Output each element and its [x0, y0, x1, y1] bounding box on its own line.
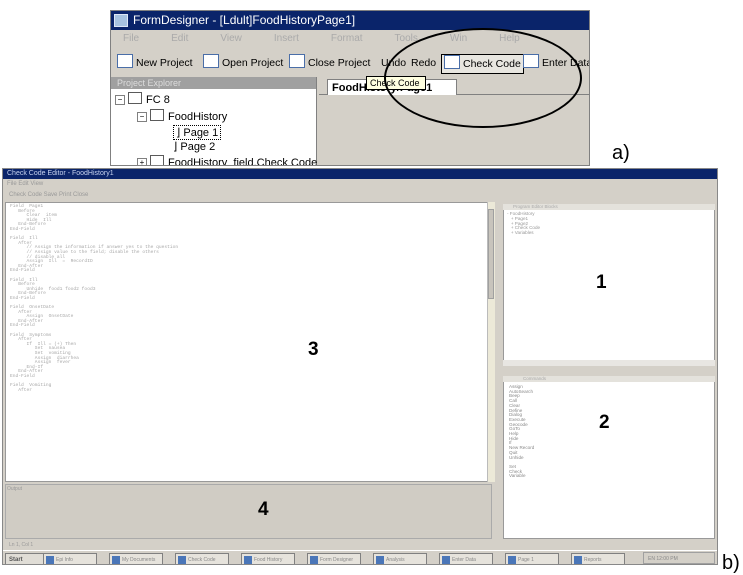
- taskbar-item-label: Reports: [584, 557, 602, 563]
- region-label-4: 4: [258, 499, 269, 520]
- window-title-bar: FormDesigner - [Ldult]FoodHistoryPage1]: [111, 11, 589, 30]
- taskbar-item[interactable]: Epi Info: [43, 553, 97, 564]
- tree-item-view[interactable]: − FoodHistory: [137, 109, 227, 123]
- system-tray: EN 12:00 PM: [643, 552, 715, 564]
- open-folder-icon: [203, 54, 219, 68]
- taskbar-app-icon: [508, 556, 516, 564]
- taskbar-item[interactable]: Page 1: [505, 553, 559, 564]
- taskbar-app-icon: [310, 556, 318, 564]
- taskbar-item[interactable]: Analysis: [373, 553, 427, 564]
- collapse-icon[interactable]: −: [137, 112, 147, 122]
- taskbar-item-label: Page 1: [518, 557, 534, 563]
- taskbar-item[interactable]: Enter Data: [439, 553, 493, 564]
- taskbar-item[interactable]: My Documents: [109, 553, 163, 564]
- taskbar-item-label: Check Code: [188, 557, 216, 563]
- taskbar-item[interactable]: Reports: [571, 553, 625, 564]
- program-blocks-footer: [503, 360, 715, 366]
- close-project-button[interactable]: Close Project: [287, 54, 372, 72]
- start-button[interactable]: Start: [5, 553, 44, 564]
- close-project-icon: [289, 54, 305, 68]
- code-icon: [150, 155, 164, 165]
- check-code-editor-window: Check Code Editor - FoodHistory1 File Ed…: [2, 168, 718, 565]
- taskbar-item[interactable]: Check Code: [175, 553, 229, 564]
- windows-taskbar: Start Epi Info My Documents Check Code Food…: [3, 550, 717, 564]
- new-project-button[interactable]: New Project: [115, 54, 195, 72]
- expand-icon[interactable]: +: [137, 158, 147, 165]
- tree-item-project[interactable]: − FC 8: [115, 92, 170, 106]
- program-blocks-tree[interactable]: - FoodHistory + Page1 + Page2 + Check Co…: [507, 211, 540, 236]
- code-text: Field Page1 Before Clear item Hide Ill E…: [10, 204, 179, 393]
- figure-label-b: b): [722, 552, 740, 574]
- new-project-icon: [117, 54, 133, 68]
- output-header: Output: [7, 486, 23, 492]
- menu-format[interactable]: Format: [331, 33, 363, 44]
- taskbar-app-icon: [376, 556, 384, 564]
- menu-edit[interactable]: Edit: [171, 33, 188, 44]
- region-label-2: 2: [599, 412, 610, 433]
- taskbar-app-icon: [178, 556, 186, 564]
- scrollbar-thumb[interactable]: [488, 209, 494, 299]
- app-icon: [114, 14, 128, 27]
- code-editor[interactable]: Field Page1 Before Clear item Hide Ill E…: [5, 202, 492, 482]
- project-explorer-panel: Project Explorer − FC 8 − FoodHistory ⌋ Pa…: [111, 77, 317, 165]
- taskbar-item[interactable]: Food History: [241, 553, 295, 564]
- region-label-1: 1: [596, 272, 607, 293]
- menu-bar[interactable]: File Edit View: [3, 180, 717, 189]
- taskbar-app-icon: [442, 556, 450, 564]
- taskbar-item-label: Enter Data: [452, 557, 476, 563]
- form-icon: [150, 109, 164, 121]
- taskbar-app-icon: [46, 556, 54, 564]
- taskbar-app-icon: [244, 556, 252, 564]
- collapse-icon[interactable]: −: [115, 95, 125, 105]
- taskbar-item-label: Epi Info: [56, 557, 73, 563]
- menu-view[interactable]: View: [220, 33, 242, 44]
- taskbar-app-icon: [112, 556, 120, 564]
- taskbar-item-label: Form Designer: [320, 557, 354, 563]
- region-label-3: 3: [308, 339, 319, 360]
- program-blocks-header: Program Editor Blocks: [503, 204, 715, 210]
- project-icon: [128, 92, 142, 104]
- highlight-ellipse: [384, 28, 582, 128]
- open-project-button[interactable]: Open Project: [201, 54, 285, 72]
- figure-label-a: a): [612, 142, 630, 164]
- toolbar[interactable]: Check Code Save Print Close: [3, 190, 717, 200]
- status-bar: Ln 1, Col 1: [9, 542, 34, 548]
- taskbar-item-label: Food History: [254, 557, 283, 563]
- commands-panel: [503, 376, 715, 539]
- window-title-bar: Check Code Editor - FoodHistory1: [3, 169, 717, 179]
- commands-list[interactable]: Assign AutoSearch Beep Call Clear Define…: [509, 384, 534, 479]
- menu-file[interactable]: File: [123, 33, 139, 44]
- taskbar-item-label: Analysis: [386, 557, 405, 563]
- taskbar-item[interactable]: Form Designer: [307, 553, 361, 564]
- menu-insert[interactable]: Insert: [274, 33, 299, 44]
- project-explorer-header: Project Explorer: [111, 77, 316, 89]
- taskbar-item-label: My Documents: [122, 557, 156, 563]
- tree-item-page1[interactable]: ⌋ Page 1: [173, 125, 222, 140]
- output-panel: [5, 484, 492, 539]
- tree-item-check-code[interactable]: + FoodHistory_field.Check Code: [137, 155, 317, 165]
- tree-item-page2[interactable]: ⌋ Page 2: [173, 140, 215, 153]
- taskbar-app-icon: [574, 556, 582, 564]
- commands-header: Commands: [503, 376, 715, 382]
